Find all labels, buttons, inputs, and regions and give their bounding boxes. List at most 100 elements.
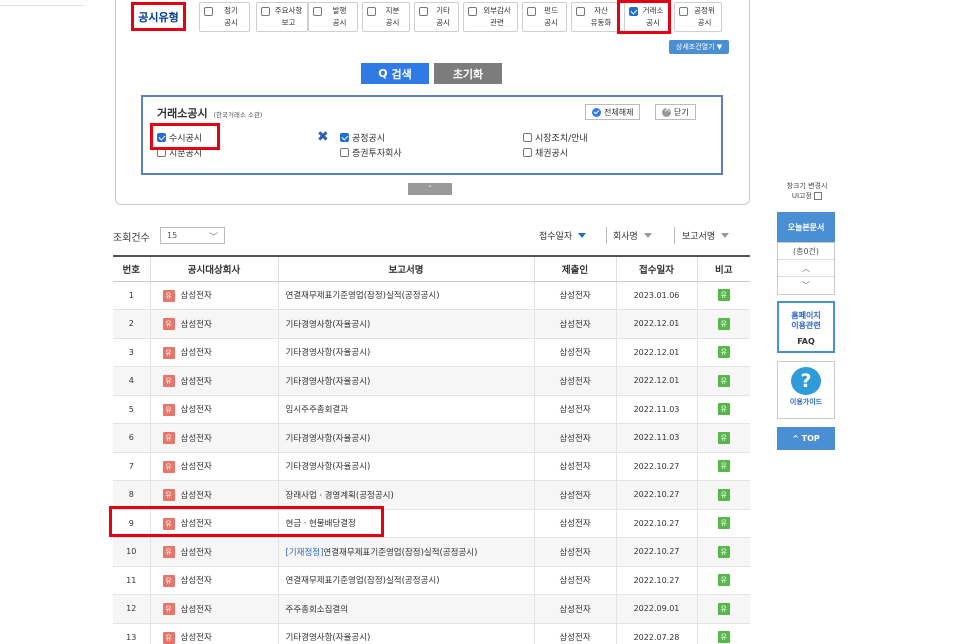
row-report[interactable]: 연결재무제표기준영업(잠정)실적(공정공시) xyxy=(277,566,534,595)
sort-by-report[interactable]: 보고서명 xyxy=(682,227,730,244)
row-report[interactable]: 장래사업ㆍ경영계획(공정공시) xyxy=(277,480,534,510)
row-company[interactable]: 유 삼성전자 xyxy=(149,309,278,339)
report-title[interactable]: 기타경영사항(자율공시) xyxy=(286,377,371,387)
table-row[interactable]: 11 유 삼성전자 연결재무제표기준영업(잠정)실적(공정공시) 삼성전자 2022.10… xyxy=(113,566,750,595)
row-company[interactable]: 유 삼성전자 xyxy=(149,423,278,453)
row-report[interactable]: [기재정정]연결재무제표기준영업(잠정)실적(공정공시) xyxy=(277,537,534,567)
disclosure-type-4[interactable]: 기타 공시 xyxy=(414,2,459,32)
checkbox[interactable] xyxy=(814,192,823,200)
recent-docs-header[interactable]: 오늘본문서 xyxy=(777,212,835,242)
page-size-select[interactable]: 15 ﹀ xyxy=(160,227,225,244)
row-company[interactable]: 유 삼성전자 xyxy=(149,281,278,310)
checkbox[interactable] xyxy=(204,7,213,16)
row-company[interactable]: 유 삼성전자 xyxy=(149,452,278,481)
disclosure-type-6[interactable]: 펀드 공시 xyxy=(522,2,567,32)
checkbox[interactable] xyxy=(468,7,477,16)
row-report[interactable]: 연결재무제표기준영업(잠정)실적(공정공시) xyxy=(277,281,534,310)
report-title[interactable]: 주주총회소집결의 xyxy=(286,605,349,615)
table-row[interactable]: 2 유 삼성전자 기타경영사항(자율공시) 삼성전자 2022.12.01 유 xyxy=(113,309,750,339)
report-title[interactable]: 연결재무제표기준영업(잠정)실적(공정공시) xyxy=(286,576,440,586)
table-row[interactable]: 7 유 삼성전자 기타경영사항(자율공시) 삼성전자 2022.10.27 유 xyxy=(113,452,750,481)
report-title[interactable]: 기타경영사항(자율공시) xyxy=(286,348,371,358)
report-title[interactable]: 기타경영사항(자율공시) xyxy=(286,434,371,444)
table-row[interactable]: 4 유 삼성전자 기타경영사항(자율공시) 삼성전자 2022.12.01 유 xyxy=(113,366,750,396)
report-title[interactable]: 임시주주총회결과 xyxy=(286,405,349,415)
row-report[interactable]: 임시주주총회결과 xyxy=(277,395,534,424)
company-name[interactable]: 삼성전자 xyxy=(181,633,212,643)
row-report[interactable]: 기타경영사항(자율공시) xyxy=(277,309,534,339)
row-report[interactable]: 기타경영사항(자율공시) xyxy=(277,338,534,367)
row-report[interactable]: 기타경영사항(자율공시) xyxy=(277,423,534,453)
checkbox[interactable] xyxy=(523,148,532,157)
report-title[interactable]: 연결재무제표기준영업(잠정)실적(공정공시) xyxy=(286,291,440,301)
row-report[interactable]: 기타경영사항(자율공시) xyxy=(277,623,534,644)
row-company[interactable]: 유 삼성전자 xyxy=(149,594,278,624)
deselect-all-button[interactable]: 전체해제 xyxy=(585,104,641,120)
reset-button[interactable]: 초기화 xyxy=(434,63,502,84)
company-name[interactable]: 삼성전자 xyxy=(181,491,212,501)
disclosure-type-2[interactable]: 발행 공시 xyxy=(308,2,358,32)
disclosure-type-3[interactable]: 지분 공시 xyxy=(362,2,410,32)
option-fair[interactable]: 공정공시 xyxy=(340,131,385,144)
chevron-up-icon[interactable]: ︿ xyxy=(778,260,834,277)
row-company[interactable]: 유 삼성전자 xyxy=(149,623,278,644)
table-row[interactable]: 6 유 삼성전자 기타경영사항(자율공시) 삼성전자 2022.11.03 유 xyxy=(113,423,750,453)
row-report[interactable]: 기타경영사항(자율공시) xyxy=(277,366,534,396)
sort-by-date[interactable]: 접수일자 xyxy=(539,227,587,244)
row-company[interactable]: 유 삼성전자 xyxy=(149,366,278,396)
company-name[interactable]: 삼성전자 xyxy=(181,548,212,558)
checkbox[interactable] xyxy=(340,148,349,157)
company-name[interactable]: 삼성전자 xyxy=(181,434,212,444)
table-row[interactable]: 10 유 삼성전자 [기재정정]연결재무제표기준영업(잠정)실적(공정공시) 삼성전자 2… xyxy=(113,537,750,567)
sort-by-company[interactable]: 회사명 xyxy=(613,227,652,244)
row-company[interactable]: 유 삼성전자 xyxy=(149,566,278,595)
disclosure-type-7[interactable]: 자산 유동화 xyxy=(571,2,618,32)
chevron-down-icon[interactable]: ﹀ xyxy=(778,277,834,294)
row-report[interactable]: 주주총회소집결의 xyxy=(277,594,534,624)
table-row[interactable]: 12 유 삼성전자 주주총회소집결의 삼성전자 2022.09.01 유 xyxy=(113,594,750,624)
company-name[interactable]: 삼성전자 xyxy=(181,377,212,387)
scroll-top-button[interactable]: ^ TOP xyxy=(777,427,835,450)
table-row[interactable]: 1 유 삼성전자 연결재무제표기준영업(잠정)실적(공정공시) 삼성전자 2023.01.… xyxy=(113,281,750,310)
row-company[interactable]: 유 삼성전자 xyxy=(149,480,278,510)
option-market-notice[interactable]: 시장조치/안내 xyxy=(523,131,588,144)
company-name[interactable]: 삼성전자 xyxy=(181,462,212,472)
checkbox[interactable] xyxy=(367,7,376,16)
report-title[interactable]: 장래사업ㆍ경영계획(공정공시) xyxy=(286,491,394,501)
close-subpanel-button[interactable]: 닫기 xyxy=(655,104,696,120)
collapse-button[interactable]: ˄ xyxy=(408,183,452,195)
checkbox[interactable] xyxy=(340,133,349,142)
company-name[interactable]: 삼성전자 xyxy=(181,405,212,415)
option-investment-co[interactable]: 증권투자회사 xyxy=(340,146,402,159)
row-company[interactable]: 유 삼성전자 xyxy=(149,537,278,567)
table-row[interactable]: 3 유 삼성전자 기타경영사항(자율공시) 삼성전자 2022.12.01 유 xyxy=(113,338,750,367)
correction-prefix[interactable]: [기재정정] xyxy=(286,548,324,558)
row-company[interactable]: 유 삼성전자 xyxy=(149,338,278,367)
table-row[interactable]: 13 유 삼성전자 기타경영사항(자율공시) 삼성전자 2022.07.28 유 xyxy=(113,623,750,644)
ui-fix-toggle[interactable]: 창크기 변경시 UI고정 xyxy=(781,181,833,201)
disclosure-type-9[interactable]: 공정위 공시 xyxy=(674,2,722,32)
search-button[interactable]: Q 검색 xyxy=(361,63,429,84)
checkbox[interactable] xyxy=(527,7,536,16)
company-name[interactable]: 삼성전자 xyxy=(181,605,212,615)
report-title[interactable]: 기타경영사항(자율공시) xyxy=(286,462,371,472)
user-guide-button[interactable]: ? 이용가이드 xyxy=(777,361,835,419)
checkbox[interactable] xyxy=(419,7,428,16)
homepage-faq-button[interactable]: 홈페이지 이용관련 FAQ xyxy=(777,301,835,353)
report-title[interactable]: 기타경영사항(자율공시) xyxy=(286,633,371,643)
disclosure-type-0[interactable]: 정기 공시 xyxy=(199,2,250,32)
checkbox[interactable] xyxy=(576,7,585,16)
checkbox[interactable] xyxy=(679,7,688,16)
company-name[interactable]: 삼성전자 xyxy=(181,576,212,586)
company-name[interactable]: 삼성전자 xyxy=(181,348,212,358)
checkbox[interactable] xyxy=(523,133,532,142)
company-name[interactable]: 삼성전자 xyxy=(181,320,212,330)
detail-conditions-button[interactable]: 상세조건열기 ▼ xyxy=(669,40,729,54)
option-bond[interactable]: 채권공시 xyxy=(523,146,568,159)
report-title[interactable]: 기타경영사항(자율공시) xyxy=(286,320,371,330)
checkbox[interactable] xyxy=(313,7,322,16)
company-name[interactable]: 삼성전자 xyxy=(181,291,212,301)
report-title[interactable]: 연결재무제표기준영업(잠정)실적(공정공시) xyxy=(323,548,477,558)
row-report[interactable]: 기타경영사항(자율공시) xyxy=(277,452,534,481)
table-row[interactable]: 8 유 삼성전자 장래사업ㆍ경영계획(공정공시) 삼성전자 2022.10.27 유 xyxy=(113,480,750,510)
